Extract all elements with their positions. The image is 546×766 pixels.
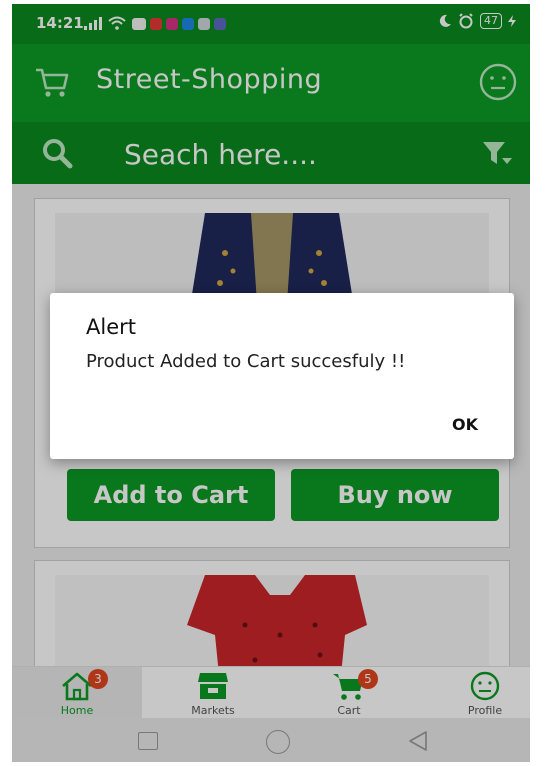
ok-button[interactable]: OK [452,415,478,434]
dialog-message: Product Added to Cart succesfuly !! [86,351,406,372]
alert-dialog: Alert Product Added to Cart succesfuly !… [50,293,514,459]
dialog-title: Alert [86,315,136,339]
phone-screen: 14:21 47 Street-Shopping Seach here.... … [12,4,530,762]
